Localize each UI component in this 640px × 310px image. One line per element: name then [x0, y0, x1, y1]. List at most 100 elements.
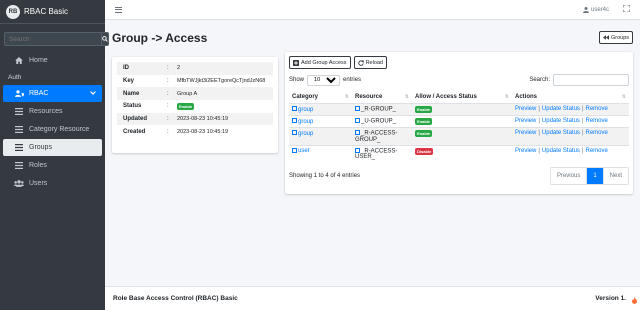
user-icon — [582, 6, 589, 13]
info-value: Group A — [177, 90, 198, 97]
status-badge: Enable — [415, 118, 433, 125]
back-to-groups-button[interactable]: Groups — [599, 31, 634, 44]
sidebar-item-rbac[interactable]: RBAC — [3, 85, 102, 102]
column-header-status[interactable]: Allow / Access Status ⇅ — [412, 91, 512, 104]
resource-cell[interactable]: _R-ACCESS-GROUP_ — [352, 127, 412, 145]
info-key: Status — [123, 103, 142, 110]
sidebar-item-category-resource[interactable]: Category Resource — [3, 121, 102, 138]
sidebar-search-button[interactable] — [101, 32, 109, 46]
previous-page-button[interactable]: Previous — [551, 168, 586, 184]
column-header-actions[interactable]: Actions ⇅ — [512, 91, 629, 104]
list-icon — [13, 126, 25, 133]
update-status-link[interactable]: Update Status — [542, 148, 580, 154]
sidebar-item-roles[interactable]: Roles — [3, 157, 102, 174]
entries-label: entries — [343, 77, 362, 83]
category-value: group — [298, 130, 314, 137]
preview-link[interactable]: Preview — [515, 106, 536, 112]
resource-cell[interactable]: _U-GROUP_ — [352, 115, 412, 128]
sidebar-item-users[interactable]: Users — [3, 175, 102, 192]
sidebar-item-resources[interactable]: Resources — [3, 103, 102, 120]
edit-icon — [355, 147, 360, 153]
info-value: MfbTWJjkt3i2EETgoreQcTjndJzN68 — [177, 78, 266, 85]
edit-icon — [355, 130, 360, 135]
list-icon — [13, 144, 25, 151]
page-size-select[interactable]: 10 — [307, 74, 341, 86]
edit-icon — [292, 118, 297, 123]
status-cell: Enable — [412, 103, 512, 116]
user-menu[interactable]: user4c — [582, 6, 609, 13]
update-status-link[interactable]: Update Status — [542, 106, 580, 112]
status-cell: Disable — [412, 144, 512, 162]
info-colon: : — [167, 128, 169, 135]
table-row: group _R-ACCESS-GROUP_ Enable Preview | Up… — [289, 127, 629, 145]
preview-link[interactable]: Preview — [515, 148, 536, 154]
pagination: Previous 1 Next — [549, 167, 629, 185]
page-1-button[interactable]: 1 — [586, 168, 604, 184]
separator: | — [538, 130, 540, 136]
status-cell: Enable — [412, 127, 512, 145]
group-access-card: Add Group Access Reload Show 10 entries … — [285, 52, 633, 194]
table-info-text: Showing 1 to 4 of 4 entries — [289, 173, 361, 179]
resource-value: _R-ACCESS-GROUP_ — [355, 130, 398, 143]
sidebar-search-input[interactable] — [4, 32, 101, 46]
update-status-link[interactable]: Update Status — [542, 130, 580, 136]
next-page-button[interactable]: Next — [604, 168, 628, 184]
column-label: Resource — [355, 94, 383, 100]
info-key: ID — [123, 65, 129, 72]
info-value: 2 — [177, 65, 181, 72]
remove-link[interactable]: Remove — [586, 130, 608, 136]
info-colon: : — [167, 65, 169, 72]
reload-button[interactable]: Reload — [353, 56, 387, 69]
datatable-search: Search: — [529, 74, 629, 86]
update-status-link[interactable]: Update Status — [542, 118, 580, 124]
sidebar-item-label: RBAC — [29, 90, 49, 97]
search-label: Search: — [529, 77, 550, 83]
sidebar-item-groups[interactable]: Groups — [3, 139, 102, 156]
list-icon — [13, 108, 25, 115]
add-group-access-button[interactable]: Add Group Access — [289, 56, 351, 69]
preview-link[interactable]: Preview — [515, 130, 536, 136]
info-key: Updated — [123, 116, 147, 123]
column-label: Category — [292, 94, 319, 100]
remove-link[interactable]: Remove — [586, 106, 608, 112]
separator: | — [538, 147, 540, 154]
brand[interactable]: RB RBAC Basic — [0, 0, 105, 24]
sidebar-item-label: Resources — [29, 108, 63, 115]
category-cell[interactable]: group — [289, 103, 352, 116]
edit-icon — [292, 147, 297, 153]
remove-link[interactable]: Remove — [586, 148, 608, 154]
separator: | — [538, 118, 540, 124]
table-search-input[interactable] — [553, 74, 629, 86]
resource-value: _R-ACCESS-USER_ — [355, 148, 398, 160]
table-row: user _R-ACCESS-USER_ Disable Preview | Upd… — [289, 144, 629, 162]
home-icon — [13, 57, 25, 64]
preview-link[interactable]: Preview — [515, 118, 536, 124]
category-value: group — [298, 118, 314, 125]
info-row-name: Name : Group A — [117, 87, 273, 101]
info-value: 2023-08-23 10:45:19 — [177, 116, 229, 123]
category-cell[interactable]: user — [289, 144, 352, 162]
column-label: Allow / Access Status — [415, 94, 477, 100]
resource-cell[interactable]: _R-ACCESS-USER_ — [352, 144, 412, 162]
column-header-resource[interactable]: Resource ⇅ — [352, 91, 412, 104]
category-cell[interactable]: group — [289, 127, 352, 145]
menu-toggle-icon[interactable] — [115, 5, 122, 14]
separator: | — [581, 118, 584, 124]
category-cell[interactable]: group — [289, 115, 352, 128]
fullscreen-icon[interactable] — [622, 4, 631, 14]
footer-version: Version 1. — [595, 295, 626, 302]
column-header-category[interactable]: Category ⇅ — [289, 91, 352, 104]
nav-header-auth: Auth — [8, 74, 22, 81]
edit-icon — [292, 130, 297, 135]
resource-cell[interactable]: _R-GROUP_ — [352, 103, 412, 116]
sidebar-item-home[interactable]: Home — [3, 52, 102, 69]
top-navbar: user4c — [105, 0, 640, 20]
edit-icon — [355, 106, 360, 111]
info-colon: : — [167, 90, 169, 97]
sidebar-item-label: Category Resource — [29, 126, 90, 133]
remove-link[interactable]: Remove — [586, 118, 608, 124]
sidebar: RB RBAC Basic Home Auth RBAC Resources C… — [0, 0, 109, 310]
info-colon: : — [167, 116, 169, 123]
info-colon: : — [167, 103, 169, 110]
actions-cell: Preview | Update Status | Remove — [512, 103, 629, 116]
